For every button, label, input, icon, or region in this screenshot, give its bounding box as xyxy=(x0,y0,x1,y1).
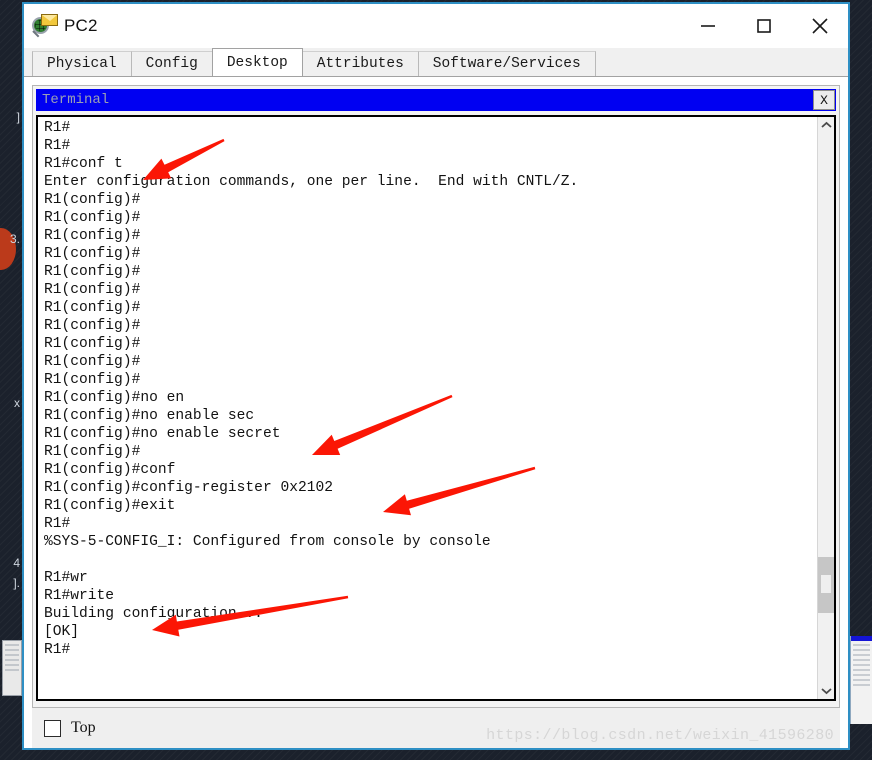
terminal-line: R1(config)# xyxy=(44,354,141,370)
terminal-line: R1(config)#no enable secret xyxy=(44,426,281,442)
scroll-up-arrow-icon[interactable] xyxy=(818,117,834,134)
tab-desktop[interactable]: Desktop xyxy=(211,48,303,76)
tab-attributes-label: Attributes xyxy=(316,56,404,72)
left-edge-glyph-5: ]. xyxy=(13,576,20,590)
terminal-line: Building configuration... xyxy=(44,606,263,622)
terminal-line: R1# xyxy=(44,138,71,154)
left-edge-glyph-2: 3. xyxy=(9,232,20,246)
terminal-line: R1#write xyxy=(44,588,115,604)
pc2-device-window: PC2 Physical Config Desktop Attributes S… xyxy=(22,2,850,750)
terminal-line: R1(config)#conf xyxy=(44,462,176,478)
window-title-bar: PC2 xyxy=(24,4,848,48)
terminal-body: R1# R1# R1#conf t Enter configuration comma… xyxy=(36,115,836,701)
terminal-bottom-bar: Top https://blog.csdn.net/weixin_4159628… xyxy=(32,708,840,748)
right-edge-partial-window xyxy=(850,636,872,724)
left-edge-glyph-1: ] xyxy=(16,110,20,124)
terminal-line: R1(config)# xyxy=(44,192,141,208)
top-checkbox-label: Top xyxy=(71,719,96,736)
left-edge-glyph-4: 4 xyxy=(13,556,20,570)
terminal-scrollbar[interactable] xyxy=(817,117,834,699)
close-button[interactable] xyxy=(792,4,848,48)
terminal-line: [OK] xyxy=(44,624,80,640)
terminal-line: R1(config)# xyxy=(44,264,141,280)
terminal-line: R1(config)#no en xyxy=(44,390,185,406)
tab-desktop-label: Desktop xyxy=(226,54,288,71)
terminal-line: R1(config)# xyxy=(44,318,141,334)
tab-software-services[interactable]: Software/Services xyxy=(417,51,596,76)
terminal-line: R1(config)# xyxy=(44,228,141,244)
terminal-line: R1(config)# xyxy=(44,300,141,316)
tab-physical-label: Physical xyxy=(47,56,117,72)
terminal-line: R1(config)# xyxy=(44,336,141,352)
scrollbar-track[interactable] xyxy=(818,134,834,682)
tab-physical[interactable]: Physical xyxy=(32,51,132,76)
left-edge-glyph-3: x xyxy=(14,396,20,410)
terminal-close-button[interactable]: X xyxy=(813,90,835,110)
top-checkbox[interactable] xyxy=(44,719,61,737)
terminal-line: R1(config)# xyxy=(44,246,141,262)
scroll-down-arrow-icon[interactable] xyxy=(818,682,834,699)
left-edge-window-thumbnail xyxy=(2,640,22,696)
terminal-line: R1(config)# xyxy=(44,444,141,460)
watermark-text: https://blog.csdn.net/weixin_41596280 xyxy=(486,727,834,744)
terminal-line: Enter configuration commands, one per li… xyxy=(44,174,579,190)
window-title: PC2 xyxy=(64,16,98,35)
tab-attributes[interactable]: Attributes xyxy=(301,51,419,76)
tab-config-label: Config xyxy=(145,56,198,72)
terminal-title-bar: Terminal X xyxy=(36,89,836,111)
magnifier-globe-envelope-icon xyxy=(32,14,58,38)
maximize-button[interactable] xyxy=(736,4,792,48)
terminal-line: R1(config)#config-register 0x2102 xyxy=(44,480,334,496)
terminal-line: R1(config)# xyxy=(44,210,141,226)
terminal-line: R1#conf t xyxy=(44,156,123,172)
terminal-line: R1# xyxy=(44,120,71,136)
left-edge-partial-windows: ] 3. x 4 ]. xyxy=(0,0,22,760)
terminal-line: R1(config)#no enable sec xyxy=(44,408,255,424)
terminal-output[interactable]: R1# R1# R1#conf t Enter configuration comma… xyxy=(38,117,817,699)
terminal-title: Terminal xyxy=(42,92,110,108)
tab-software-services-label: Software/Services xyxy=(432,56,581,72)
terminal-line: R1(config)# xyxy=(44,372,141,388)
terminal-line: R1#wr xyxy=(44,570,88,586)
terminal-line: R1# xyxy=(44,516,71,532)
terminal-line: %SYS-5-CONFIG_I: Configured from console… xyxy=(44,534,491,550)
desktop-tab-panel: Terminal X R1# R1# R1#conf t Enter configur… xyxy=(24,76,848,748)
terminal-window: Terminal X R1# R1# R1#conf t Enter configur… xyxy=(32,85,840,708)
terminal-line: R1(config)# xyxy=(44,282,141,298)
scrollbar-thumb[interactable] xyxy=(818,557,834,614)
terminal-line: R1(config)#exit xyxy=(44,498,176,514)
minimize-button[interactable] xyxy=(680,4,736,48)
tab-strip: Physical Config Desktop Attributes Softw… xyxy=(24,48,848,76)
tab-config[interactable]: Config xyxy=(130,51,213,76)
terminal-line: R1# xyxy=(44,642,71,658)
